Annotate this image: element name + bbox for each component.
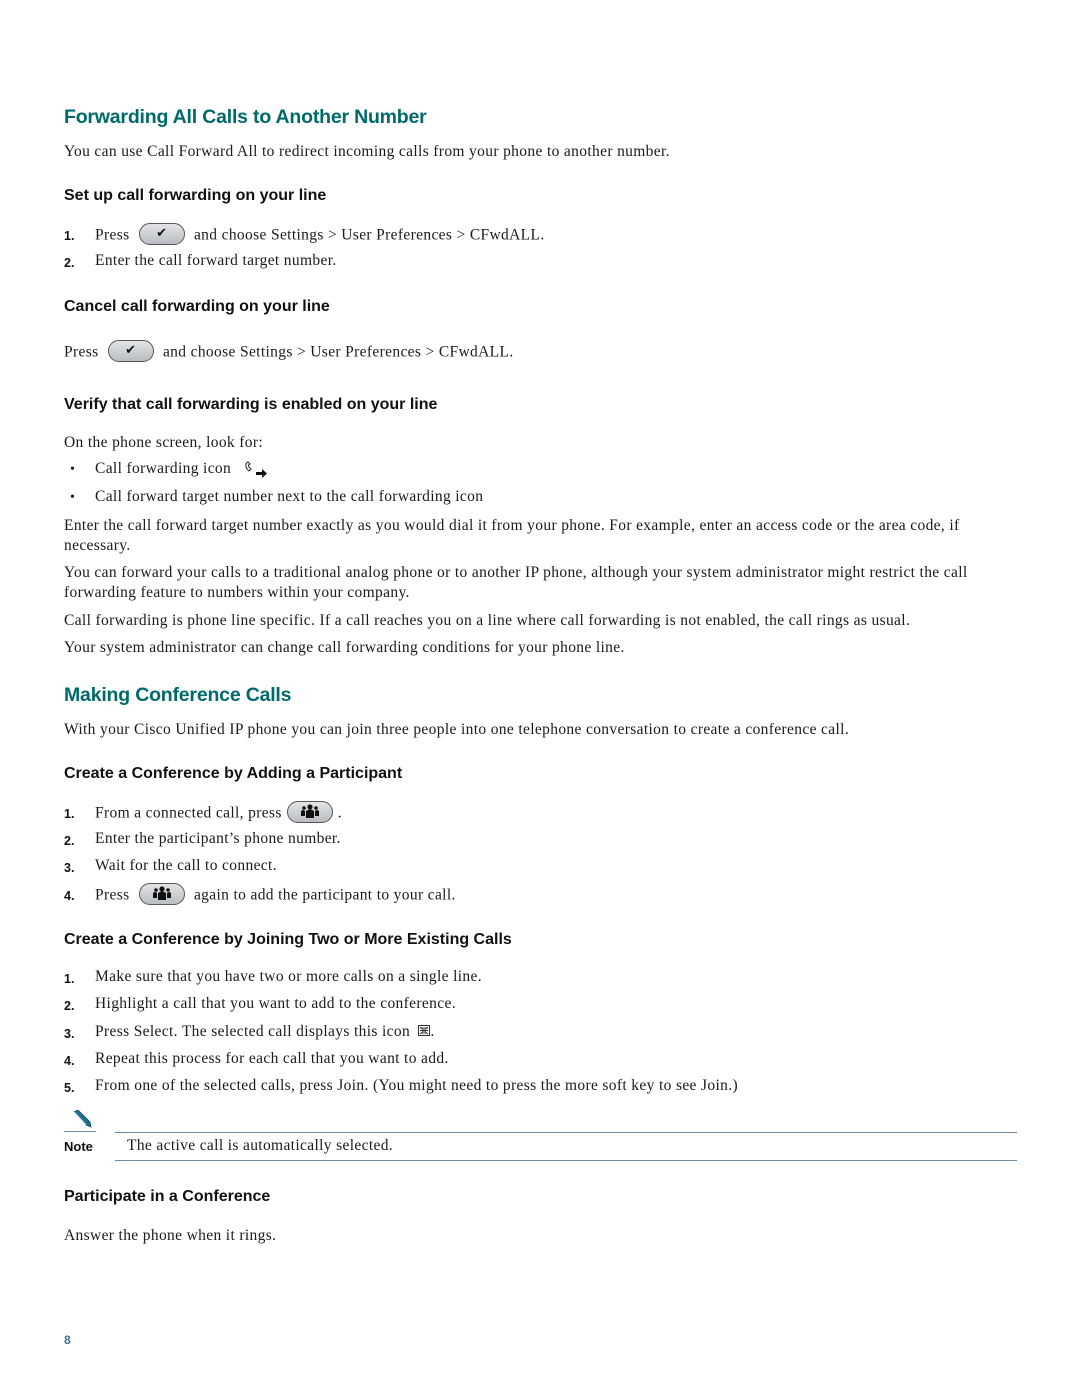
conference-icon [152,886,171,900]
joining-step-5: From one of the selected calls, press Jo… [95,1077,738,1094]
step-text: Press Select. The selected call displays… [95,1023,411,1040]
step-text: again to add the participant to your cal… [193,886,456,904]
note-bottom-rule [115,1160,1017,1161]
adding-step-2: Enter the participant’s phone number. [95,830,341,847]
note-icon-rule [64,1131,96,1132]
checkmark-icon: ✔ [156,226,168,241]
heading-adding: Create a Conference by Adding a Particip… [64,765,403,782]
verify-bullet-1: Call forwarding icon [95,460,269,483]
heading-joining: Create a Conference by Joining Two or Mo… [64,931,512,948]
step-text: Press [95,226,130,244]
section-title-conference: Making Conference Calls [64,684,292,706]
step-text: and choose Settings > User Preferences >… [193,226,545,244]
joining-step-4: Repeat this process for each call that y… [95,1050,449,1067]
section-title-forwarding: Forwarding All Calls to Another Number [64,106,427,128]
conference-icon [300,804,319,818]
conference-key-button [286,801,333,823]
step-number: 3. [64,1027,75,1041]
instruction-text: and choose Settings > User Preferences >… [162,343,514,361]
step-text: . [430,1023,435,1040]
bullet-marker: • [70,490,75,505]
heading-verify: Verify that call forwarding is enabled o… [64,396,438,413]
step-number: 1. [64,229,75,243]
bullet-marker: • [70,462,75,477]
forwarding-paragraph-3: Call forwarding is phone line specific. … [64,612,911,629]
call-forward-icon [243,460,269,483]
forwarding-paragraph-1: Enter the call forward target number exa… [64,517,960,554]
step-text: From a connected call, press [95,804,282,822]
step-number: 5. [64,1081,75,1095]
heading-participate: Participate in a Conference [64,1188,271,1205]
heading-cancel: Cancel call forwarding on your line [64,298,330,315]
step-number: 2. [64,999,75,1013]
joining-step-3: Press Select. The selected call displays… [95,1023,435,1041]
heading-setup: Set up call forwarding on your line [64,187,327,204]
note-text: The active call is automatically selecte… [127,1137,394,1154]
joining-step-1: Make sure that you have two or more call… [95,968,482,985]
forwarding-intro: You can use Call Forward All to redirect… [64,143,670,160]
step-number: 1. [64,972,75,986]
checkmark-icon: ✔ [125,343,137,358]
instruction-text: Press [64,343,99,361]
forwarding-paragraph-4: Your system administrator can change cal… [64,639,625,656]
step-text: Press [95,886,130,904]
bullet-text: Call forwarding icon [95,460,232,477]
settings-key-button: ✔ [138,223,185,245]
step-text: . [337,804,342,822]
verify-intro: On the phone screen, look for: [64,434,264,451]
adding-step-4: Press again to add the participant to yo… [95,883,456,907]
setup-step-2: Enter the call forward target number. [95,252,337,269]
forwarding-paragraph-2: You can forward your calls to a traditio… [64,564,968,601]
selected-call-icon [418,1023,431,1041]
conference-key-button [138,883,185,905]
verify-bullet-2: Call forward target number next to the c… [95,488,484,505]
step-number: 4. [64,889,75,903]
step-number: 2. [64,256,75,270]
participate-text: Answer the phone when it rings. [64,1227,277,1244]
step-number: 4. [64,1054,75,1068]
settings-key-button: ✔ [107,340,154,362]
setup-step-1: Press ✔ and choose Settings > User Prefe… [95,223,545,247]
page-number: 8 [64,1333,71,1347]
joining-step-2: Highlight a call that you want to add to… [95,995,456,1012]
note-label: Note [64,1139,93,1154]
adding-step-1: From a connected call, press . [95,801,342,825]
step-number: 1. [64,807,75,821]
adding-step-3: Wait for the call to connect. [95,857,277,874]
step-number: 3. [64,861,75,875]
note-top-rule [115,1132,1017,1133]
cancel-instruction: Press ✔ and choose Settings > User Prefe… [64,340,514,364]
conference-intro: With your Cisco Unified IP phone you can… [64,721,850,738]
step-number: 2. [64,834,75,848]
